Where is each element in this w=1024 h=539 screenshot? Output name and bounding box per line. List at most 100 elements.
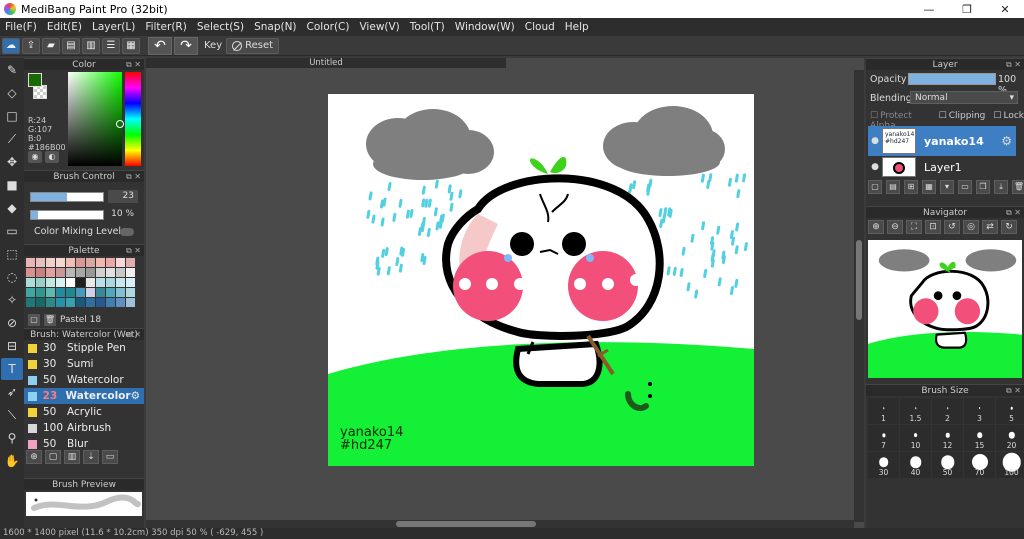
select-pen-icon[interactable]: ⊘ bbox=[1, 312, 23, 334]
palette-swatch[interactable] bbox=[86, 278, 95, 287]
brush-size-option[interactable]: 100 bbox=[996, 452, 1024, 478]
menu-view[interactable]: View(V) bbox=[354, 21, 404, 33]
saturation-value-picker[interactable] bbox=[68, 72, 122, 166]
palette-swatch[interactable] bbox=[96, 268, 105, 277]
palette-swatch[interactable] bbox=[96, 258, 105, 267]
palette-swatch[interactable] bbox=[86, 298, 95, 307]
rotate-right-icon[interactable]: ↻ bbox=[1001, 220, 1017, 234]
palette-swatch[interactable] bbox=[56, 268, 65, 277]
palette-swatch[interactable] bbox=[106, 298, 115, 307]
brush-size-option[interactable]: 10 bbox=[900, 425, 931, 451]
palette-swatch[interactable] bbox=[126, 268, 135, 277]
menu-layer[interactable]: Layer(L) bbox=[87, 21, 140, 33]
fill-rect-tool-icon[interactable]: ■ bbox=[1, 174, 23, 196]
panel-float-icon[interactable]: ⧉ ✕ bbox=[126, 245, 141, 257]
brush-list-item[interactable]: 23 Watercolor ⚙ bbox=[24, 388, 144, 404]
palette-swatch[interactable] bbox=[66, 288, 75, 297]
palette-swatch[interactable] bbox=[116, 298, 125, 307]
palette-swatch[interactable] bbox=[46, 288, 55, 297]
menu-tool[interactable]: Tool(T) bbox=[405, 21, 450, 33]
gear-icon[interactable]: ⚙ bbox=[1001, 134, 1012, 148]
actual-size-icon[interactable]: ⊡ bbox=[925, 220, 941, 234]
palette-swatch[interactable] bbox=[46, 298, 55, 307]
menu-snap[interactable]: Snap(N) bbox=[249, 21, 301, 33]
brush-size-option[interactable]: 12 bbox=[932, 425, 963, 451]
palette-swatch[interactable] bbox=[126, 288, 135, 297]
add-brush-icon[interactable]: ⊕ bbox=[26, 450, 42, 464]
visibility-icon[interactable]: ● bbox=[868, 162, 882, 172]
palette-swatch[interactable] bbox=[56, 288, 65, 297]
layer-row-layer1[interactable]: ● Layer1 bbox=[868, 156, 1016, 178]
rotate-left-icon[interactable]: ↺ bbox=[944, 220, 960, 234]
palette-swatch[interactable] bbox=[26, 298, 35, 307]
select-eraser-icon[interactable]: ⊟ bbox=[1, 335, 23, 357]
palette-swatch[interactable] bbox=[116, 288, 125, 297]
layer-opacity-slider[interactable] bbox=[908, 73, 996, 85]
add-layer-icon[interactable]: ⊞ bbox=[904, 180, 918, 194]
palette-swatch[interactable] bbox=[36, 298, 45, 307]
vertical-scroll-thumb[interactable] bbox=[856, 240, 862, 320]
new-layer-icon[interactable]: ▢ bbox=[868, 180, 882, 194]
panel-float-icon[interactable]: ⧉ ✕ bbox=[1006, 207, 1021, 219]
palette-swatch[interactable] bbox=[46, 278, 55, 287]
move-tool-icon[interactable]: ✥ bbox=[1, 151, 23, 173]
gear-icon[interactable]: ⚙ bbox=[131, 390, 140, 402]
grid-icon[interactable]: ▦ bbox=[122, 37, 140, 54]
color-mixing-toggle[interactable] bbox=[120, 228, 134, 236]
palette-swatch[interactable] bbox=[106, 288, 115, 297]
menu-help[interactable]: Help bbox=[560, 21, 594, 33]
brush-size-value[interactable]: 23 bbox=[108, 190, 138, 203]
color-history-icon[interactable]: ◐ bbox=[45, 151, 59, 163]
palette-swatch[interactable] bbox=[26, 288, 35, 297]
palette-swatch[interactable] bbox=[46, 268, 55, 277]
zoom-out-icon[interactable]: ⊖ bbox=[887, 220, 903, 234]
brush-size-option[interactable]: 70 bbox=[964, 452, 995, 478]
text-tool-icon[interactable]: T bbox=[1, 358, 23, 380]
brush-size-option[interactable]: 15 bbox=[964, 425, 995, 451]
zoom-in-icon[interactable]: ⊕ bbox=[868, 220, 884, 234]
brush-folder-icon[interactable]: ▭ bbox=[102, 450, 118, 464]
reset-button[interactable]: Reset bbox=[226, 37, 280, 54]
brush-opacity-slider[interactable] bbox=[30, 210, 104, 220]
palette-swatch[interactable] bbox=[126, 298, 135, 307]
select-tool-icon[interactable]: ⬚ bbox=[1, 243, 23, 265]
hue-slider[interactable] bbox=[125, 72, 141, 166]
undo-icon[interactable]: ↶ bbox=[148, 36, 172, 55]
panel-float-icon[interactable]: ⧉ ✕ bbox=[126, 171, 141, 183]
navigator-preview[interactable] bbox=[868, 240, 1022, 378]
brush-size-option[interactable]: 2 bbox=[932, 398, 963, 424]
layer-row-yanako14[interactable]: ● yanako14 #hd247 yanako14 ⚙ bbox=[868, 126, 1016, 156]
palette-swatch[interactable] bbox=[96, 298, 105, 307]
brush-size-option[interactable]: 1 bbox=[868, 398, 899, 424]
document-icon[interactable]: ▥ bbox=[82, 37, 100, 54]
layer-mask-icon[interactable]: ▦ bbox=[922, 180, 936, 194]
palette-swatch[interactable] bbox=[76, 278, 85, 287]
visibility-icon[interactable]: ● bbox=[868, 136, 882, 146]
palette-swatch[interactable] bbox=[116, 268, 125, 277]
color-wheel-icon[interactable]: ◉ bbox=[28, 151, 42, 163]
eraser-tool-icon[interactable]: ◇ bbox=[1, 82, 23, 104]
palette-add-icon[interactable]: ▢ bbox=[28, 314, 40, 326]
fit-screen-icon[interactable]: ⛶ bbox=[906, 220, 922, 234]
palette-swatch[interactable] bbox=[26, 258, 35, 267]
palette-swatch[interactable] bbox=[46, 258, 55, 267]
brush-tool-icon[interactable]: ✎ bbox=[1, 59, 23, 81]
list-icon[interactable]: ☰ bbox=[102, 37, 120, 54]
rotate-reset-icon[interactable]: ◎ bbox=[963, 220, 979, 234]
panel-float-icon[interactable]: ⧉ ✕ bbox=[126, 59, 141, 71]
panel-float-icon[interactable]: ⧉ ✕ bbox=[1006, 59, 1021, 71]
palette-swatch[interactable] bbox=[76, 298, 85, 307]
palette-swatch[interactable] bbox=[76, 288, 85, 297]
palette-swatch[interactable] bbox=[126, 278, 135, 287]
menu-cloud[interactable]: Cloud bbox=[520, 21, 560, 33]
palette-swatch[interactable] bbox=[36, 258, 45, 267]
vertical-scrollbar[interactable] bbox=[854, 70, 864, 522]
menu-color[interactable]: Color(C) bbox=[302, 21, 355, 33]
restore-button[interactable]: ❐ bbox=[948, 0, 986, 18]
menu-window[interactable]: Window(W) bbox=[450, 21, 520, 33]
palette-swatch[interactable] bbox=[86, 268, 95, 277]
trash-icon[interactable]: 🗑 bbox=[44, 314, 56, 326]
brush-list-item[interactable]: 50 Watercolor bbox=[24, 372, 144, 388]
brush-list-item[interactable]: 30 Stipple Pen bbox=[24, 340, 144, 356]
menu-edit[interactable]: Edit(E) bbox=[42, 21, 87, 33]
